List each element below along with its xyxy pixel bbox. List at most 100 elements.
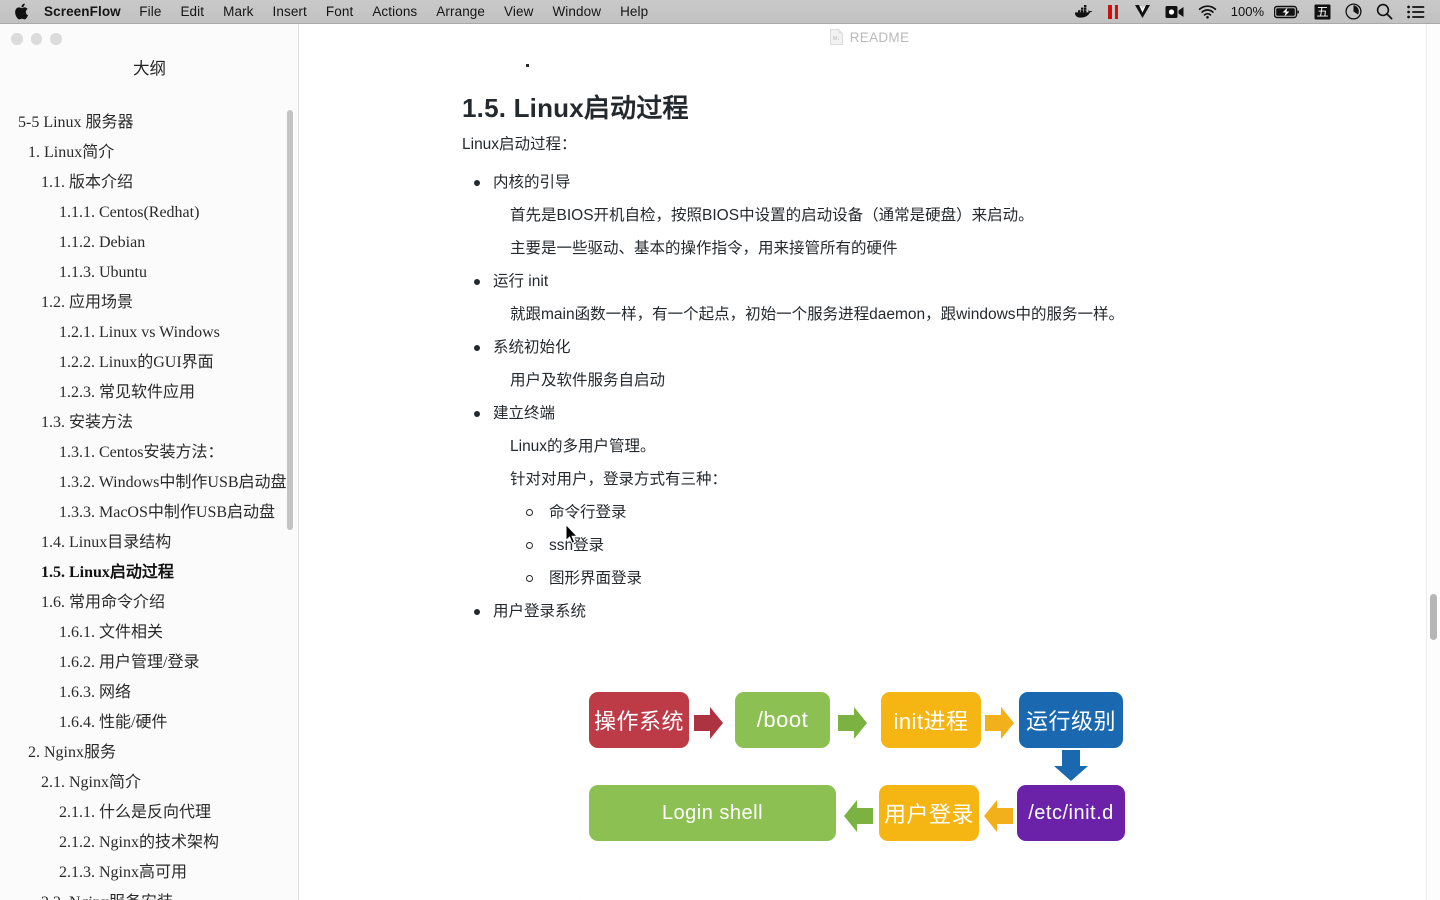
- flow-node: 操作系统: [589, 692, 689, 748]
- bullet-label: 运行 init: [493, 273, 549, 290]
- input-method-icon[interactable]: 五: [1307, 0, 1338, 24]
- outline-item[interactable]: 1.2.3. 常见软件应用: [0, 378, 298, 408]
- document-body: 1.5. Linux启动过程 Linux启动过程： 内核的引导首先是BIOS开机…: [299, 44, 1440, 900]
- outline-item[interactable]: 1.5. Linux启动过程: [0, 558, 298, 588]
- flow-arrow-right: [694, 706, 724, 740]
- battery-charging-icon[interactable]: [1267, 0, 1307, 24]
- flow-arrow-down: [1053, 750, 1089, 782]
- docker-whale-icon[interactable]: [1067, 0, 1100, 24]
- timer-circle-icon[interactable]: [1338, 0, 1369, 24]
- outline-item[interactable]: 1.3.3. MacOS中制作USB启动盘: [0, 498, 298, 528]
- outline-item[interactable]: 1.2.2. Linux的GUI界面: [0, 348, 298, 378]
- content-scrollbar[interactable]: [1426, 24, 1440, 900]
- outline-item[interactable]: 1.3. 安装方法: [0, 408, 298, 438]
- outline-item[interactable]: 2.1.3. Nginx高可用: [0, 858, 298, 888]
- menu-item-view[interactable]: View: [495, 0, 543, 24]
- minimize-button[interactable]: [30, 33, 42, 45]
- menu-item-arrange[interactable]: Arrange: [427, 0, 495, 24]
- outline-item[interactable]: 2.1.2. Nginx的技术架构: [0, 828, 298, 858]
- outline-item[interactable]: 1.4. Linux目录结构: [0, 528, 298, 558]
- outline-item[interactable]: 2.1. Nginx简介: [0, 768, 298, 798]
- app-window: 大纲 5-5 Linux 服务器 1. Linux简介 1.1. 版本介绍 1.1.1…: [0, 24, 1440, 900]
- outline-item[interactable]: 1.2.1. Linux vs Windows: [0, 318, 298, 348]
- flow-arrow-left: [843, 799, 873, 833]
- outline-item[interactable]: 1.1.1. Centos(Redhat): [0, 198, 298, 228]
- wifi-icon[interactable]: [1191, 0, 1224, 24]
- sidebar-title: 大纲: [133, 59, 166, 78]
- flow-node: /etc/init.d: [1017, 785, 1125, 841]
- flow-node: 运行级别: [1019, 692, 1123, 748]
- outline-item[interactable]: 1.3.1. Centos安装方法：: [0, 438, 298, 468]
- window-traffic-lights: [11, 33, 62, 45]
- menu-app-name[interactable]: ScreenFlow: [34, 0, 130, 24]
- sub-bullet-item: 图形界面登录: [526, 568, 1402, 590]
- menu-item-window[interactable]: Window: [543, 0, 611, 24]
- control-center-list-icon[interactable]: [1400, 0, 1432, 24]
- menu-item-file[interactable]: File: [130, 0, 171, 24]
- macos-menu-bar: ScreenFlow File Edit Mark Insert Font Ac…: [0, 0, 1440, 24]
- outline-item[interactable]: 1.6.2. 用户管理/登录: [0, 648, 298, 678]
- bullet-item: 系统初始化 用户及软件服务自启动: [462, 337, 1402, 392]
- bullet-subline: 首先是BIOS开机自检，按照BIOS中设置的启动设备（通常是硬盘）来启动。: [510, 207, 1034, 224]
- sub-bullet-item: ssh登录: [526, 535, 1402, 557]
- outline-item[interactable]: 1.3.2. Windows中制作USB启动盘: [0, 468, 298, 498]
- zoom-button[interactable]: [50, 33, 62, 45]
- content-scrollbar-thumb[interactable]: [1430, 594, 1437, 640]
- outline-item[interactable]: 1.6.4. 性能/硬件: [0, 708, 298, 738]
- flow-node: 用户登录: [879, 785, 979, 841]
- svg-text:五: 五: [1316, 5, 1328, 19]
- bullet-label: 用户登录系统: [493, 603, 587, 620]
- boot-process-flow-diagram: 操作系统/boot init进程 运行级别/etc/init.d 用户登录 Login …: [589, 646, 1149, 841]
- page-title: 1.5. Linux启动过程: [462, 93, 689, 123]
- document-tab-label: README: [849, 29, 910, 45]
- content-bullet-list: 内核的引导首先是BIOS开机自检，按照BIOS中设置的启动设备（通常是硬盘）来启…: [462, 172, 1402, 634]
- sidebar-scrollbar-thumb[interactable]: [287, 110, 293, 530]
- bullet-item: 运行 init 就跟main函数一样，有一个起点，初始一个服务进程daemon，跟…: [462, 271, 1402, 326]
- menu-item-help[interactable]: Help: [611, 0, 658, 24]
- bullet-subline: 针对对用户，登录方式有三种：: [510, 471, 728, 488]
- flow-arrow-right: [985, 706, 1015, 740]
- menu-item-mark[interactable]: Mark: [214, 0, 263, 24]
- menu-item-insert[interactable]: Insert: [263, 0, 316, 24]
- flow-node: /boot: [735, 692, 830, 748]
- vpn-v-logo-icon[interactable]: [1127, 0, 1158, 24]
- battery-percent-label: 100%: [1230, 3, 1264, 19]
- bullet-subline: 主要是一些驱动、基本的操作指令，用来接管所有的硬件: [510, 240, 898, 257]
- sub-bullet-item: 命令行登录: [526, 502, 1402, 524]
- outline-item[interactable]: 2. Nginx服务: [0, 738, 298, 768]
- menu-bar-status-group: 100% 五: [1067, 0, 1440, 24]
- markdown-file-icon: M↓: [829, 29, 843, 45]
- screen-record-camera-icon[interactable]: [1158, 0, 1191, 24]
- outline-item[interactable]: 2.2. Nginx服务安装: [0, 888, 298, 900]
- intro-paragraph: Linux启动过程：: [462, 136, 577, 153]
- outline-item[interactable]: 1.1.2. Debian: [0, 228, 298, 258]
- outline-item[interactable]: 1.2. 应用场景: [0, 288, 298, 318]
- document-content-pane: M↓ README 1.5. Linux启动过程 Linux启动过程： 内核的引…: [299, 24, 1440, 900]
- apple-logo-icon[interactable]: [0, 3, 34, 20]
- bullet-label: 建立终端: [493, 405, 556, 422]
- bullet-item: 内核的引导首先是BIOS开机自检，按照BIOS中设置的启动设备（通常是硬盘）来启…: [462, 172, 1402, 260]
- menu-item-actions[interactable]: Actions: [363, 0, 427, 24]
- outline-item[interactable]: 5-5 Linux 服务器: [0, 108, 298, 138]
- flow-node: init进程: [881, 692, 981, 748]
- outline-item[interactable]: 1.6. 常用命令介绍: [0, 588, 298, 618]
- outline-item[interactable]: 1.6.3. 网络: [0, 678, 298, 708]
- outline-item[interactable]: 1.6.1. 文件相关: [0, 618, 298, 648]
- bullet-item: 建立终端 Linux的多用户管理。针对对用户，登录方式有三种： 命令行登录 ssh登录…: [462, 403, 1402, 590]
- outline-item[interactable]: 2.1.1. 什么是反向代理: [0, 798, 298, 828]
- outline-item[interactable]: 1.1.3. Ubuntu: [0, 258, 298, 288]
- flow-node: Login shell: [589, 785, 836, 841]
- bullet-subline: 就跟main函数一样，有一个起点，初始一个服务进程daemon，跟windows…: [510, 306, 1125, 323]
- menu-item-font[interactable]: Font: [316, 0, 362, 24]
- outline-item[interactable]: 1. Linux简介: [0, 138, 298, 168]
- bullet-subline: Linux的多用户管理。: [510, 438, 656, 455]
- menu-bar-left-group: ScreenFlow File Edit Mark Insert Font Ac…: [0, 0, 658, 24]
- stray-period-mark: [526, 64, 529, 67]
- bullet-label: 内核的引导: [493, 174, 571, 191]
- outline-list: 5-5 Linux 服务器 1. Linux简介 1.1. 版本介绍 1.1.1. C…: [0, 108, 298, 900]
- pause-recording-icon[interactable]: [1100, 0, 1127, 24]
- spotlight-search-icon[interactable]: [1369, 0, 1400, 24]
- menu-item-edit[interactable]: Edit: [171, 0, 214, 24]
- outline-item[interactable]: 1.1. 版本介绍: [0, 168, 298, 198]
- close-button[interactable]: [11, 33, 23, 45]
